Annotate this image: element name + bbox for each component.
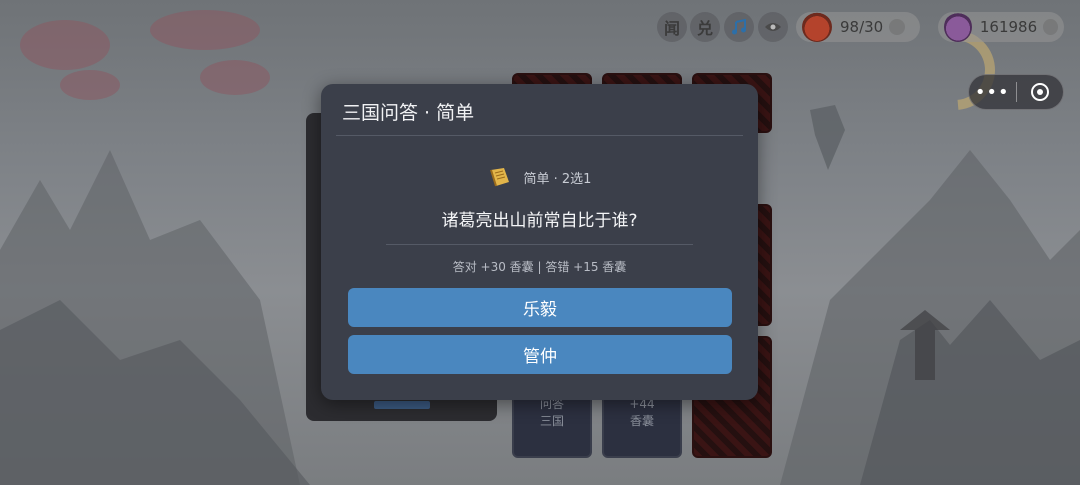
hud-wen-label: 闻 (663, 19, 680, 38)
more-menu-icon[interactable]: ••• (969, 82, 1016, 103)
music-button[interactable] (724, 12, 754, 42)
answer-option-label: 管仲 (523, 347, 557, 367)
purple-pouch-icon (944, 12, 972, 42)
target-circle-icon (1030, 83, 1049, 101)
hud-dui-label: 兑 (696, 19, 713, 38)
view-button[interactable] (758, 12, 788, 42)
blossom-cluster (150, 10, 260, 50)
divider (386, 244, 693, 245)
blossom-cluster (200, 60, 270, 95)
answer-option-1[interactable]: 乐毅 (348, 288, 732, 327)
answer-option-2[interactable]: 管仲 (348, 335, 732, 374)
quiz-meta: 简单 · 2选1 (321, 166, 758, 188)
difficulty-label: 简单 · 2选1 (523, 171, 592, 187)
question-text: 诸葛亮出山前常自比于谁? (441, 211, 638, 231)
eye-icon (765, 23, 781, 31)
coin-counter[interactable]: 161986 (938, 12, 1064, 42)
hud-dui-button[interactable]: 兑 (690, 12, 720, 42)
scroll-icon (489, 168, 509, 187)
card-label: 问答 三国 (539, 397, 564, 428)
miniprogram-capsule: ••• (968, 74, 1064, 110)
card-label: +44 香囊 (629, 397, 655, 428)
bag-add-icon (889, 19, 906, 35)
music-note-icon (732, 19, 746, 35)
coin-counter-value: 161986 (979, 18, 1038, 36)
dialog-title: 三国问答 · 简单 (342, 102, 475, 124)
close-miniprogram-button[interactable] (1016, 83, 1063, 101)
blossom-cluster (20, 20, 110, 70)
blossom-cluster (60, 70, 120, 100)
red-pouch-icon (802, 12, 832, 42)
bag-counter-value: 98/30 (840, 18, 884, 36)
quiz-dialog: 三国问答 · 简单 简单 · 2选1 诸葛亮出山前常自比于谁? 答对 +30 香… (321, 84, 758, 400)
divider (336, 135, 743, 136)
coin-add-icon (1043, 19, 1058, 35)
reward-text: 答对 +30 香囊 | 答错 +15 香囊 (452, 260, 627, 274)
hud-wen-button[interactable]: 闻 (657, 12, 687, 42)
answer-option-label: 乐毅 (523, 300, 557, 320)
bag-counter[interactable]: 98/30 (796, 12, 920, 42)
side-panel-button[interactable] (374, 401, 430, 409)
